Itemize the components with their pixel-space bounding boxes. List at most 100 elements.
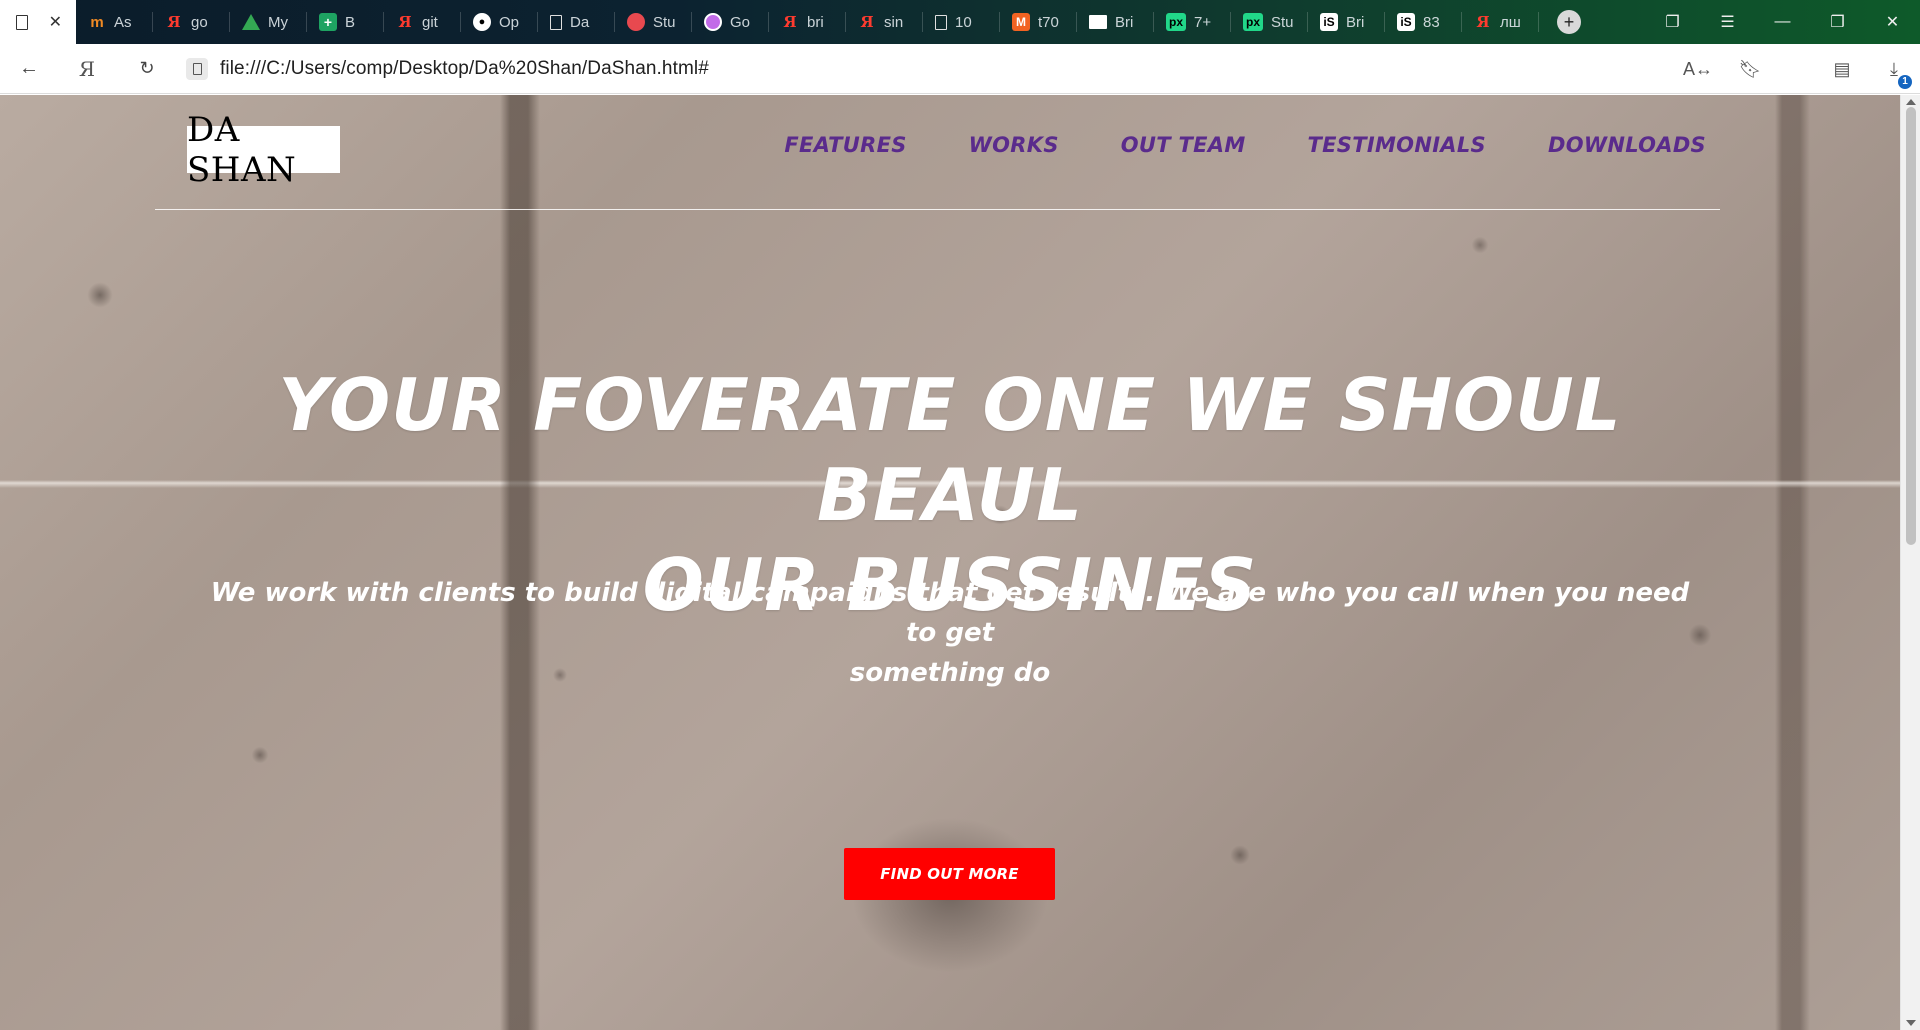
close-window-button[interactable]: ✕ bbox=[1865, 12, 1920, 32]
site-nav: FEATURES WORKS OUT TEAM TESTIMONIALS DOW… bbox=[722, 133, 1706, 157]
px-icon: px bbox=[1166, 13, 1186, 31]
menu-icon[interactable]: ☰ bbox=[1700, 12, 1755, 32]
browser-tab[interactable]: Stu bbox=[615, 0, 692, 44]
google-sheets-icon: + bbox=[319, 13, 337, 31]
is-icon: iS bbox=[1397, 13, 1415, 31]
yandex-logo-icon[interactable]: Я bbox=[70, 52, 104, 86]
hero-subtitle-line2: something do bbox=[849, 658, 1051, 688]
new-tab-button[interactable]: + bbox=[1557, 10, 1581, 34]
tab-label: Go bbox=[730, 13, 751, 31]
browser-tab[interactable]: Mt70 bbox=[1000, 0, 1077, 44]
hero-title-line1: YOUR FOVERATE ONE WE SHOUL BEAUL bbox=[278, 363, 1622, 537]
browser-tab[interactable]: 10 bbox=[923, 0, 1000, 44]
scroll-down-icon[interactable] bbox=[1906, 1020, 1916, 1026]
bookmark-icon[interactable]: 🔖︎ bbox=[1724, 59, 1776, 80]
tab-label: лш bbox=[1500, 13, 1521, 31]
browser-tab[interactable]: Bri bbox=[1077, 0, 1154, 44]
bri-icon bbox=[1089, 15, 1107, 29]
nav-works[interactable]: WORKS bbox=[969, 133, 1059, 157]
tab-label: t70 bbox=[1038, 13, 1059, 31]
browser-tab[interactable]: px Stu bbox=[1231, 0, 1308, 44]
tab-label: As bbox=[114, 13, 132, 31]
browser-tab[interactable]: Da bbox=[538, 0, 615, 44]
magento-m-icon: m bbox=[90, 13, 104, 31]
nav-downloads[interactable]: DOWNLOADS bbox=[1548, 133, 1706, 157]
browser-tab[interactable]: Яgit bbox=[384, 0, 461, 44]
browser-tab[interactable]: Яgo bbox=[153, 0, 230, 44]
yandex-icon: Я bbox=[860, 13, 874, 31]
tab-label: 10 bbox=[955, 13, 972, 31]
hero-subtitle: We work with clients to build digital ca… bbox=[200, 573, 1700, 693]
collections-icon[interactable]: ❐ bbox=[1645, 12, 1700, 32]
tab-active-dashan[interactable]: ✕ bbox=[0, 0, 76, 44]
scroll-up-icon[interactable] bbox=[1906, 99, 1916, 105]
is-icon: iS bbox=[1320, 13, 1338, 31]
browser-tab[interactable]: + B bbox=[307, 0, 384, 44]
tab-label: git bbox=[422, 13, 438, 31]
address-bar: ← Я ↻ file:///C:/Users/comp/Desktop/Da%2… bbox=[0, 44, 1920, 94]
tab-label: 7+ bbox=[1194, 13, 1212, 31]
yandex-icon: Я bbox=[783, 13, 797, 31]
browser-tab[interactable]: My bbox=[230, 0, 307, 44]
page-scrollbar[interactable] bbox=[1900, 95, 1920, 1030]
yandex-icon: Я bbox=[167, 13, 181, 31]
url-text[interactable]: file:///C:/Users/comp/Desktop/Da%20Shan/… bbox=[220, 58, 709, 80]
tab-label: Stu bbox=[1271, 13, 1294, 31]
yandex-icon: Я bbox=[1476, 13, 1490, 31]
minimize-button[interactable]: — bbox=[1755, 13, 1810, 31]
restore-button[interactable]: ❒ bbox=[1810, 12, 1865, 32]
document-icon bbox=[935, 14, 947, 30]
header-divider bbox=[155, 209, 1720, 210]
google-drive-icon bbox=[242, 14, 260, 30]
stu-icon bbox=[627, 13, 645, 31]
nav-out-team[interactable]: OUT TEAM bbox=[1121, 133, 1246, 157]
browser-tab[interactable]: iS Bri bbox=[1308, 0, 1385, 44]
browser-tab[interactable]: Яsin bbox=[846, 0, 923, 44]
translate-icon[interactable]: A↔ bbox=[1672, 59, 1724, 80]
tab-label: Op bbox=[499, 13, 520, 31]
reload-button[interactable]: ↻ bbox=[130, 52, 164, 86]
scrollbar-thumb[interactable] bbox=[1906, 107, 1916, 545]
find-out-more-button[interactable]: FIND OUT MORE bbox=[844, 848, 1055, 900]
browser-tab[interactable]: ● Op bbox=[461, 0, 538, 44]
px-icon: px bbox=[1243, 13, 1263, 31]
reader-icon[interactable]: ▤ bbox=[1816, 59, 1868, 80]
page-info-icon[interactable] bbox=[186, 57, 208, 80]
downloads-badge: 1 bbox=[1898, 74, 1912, 89]
browser-tab[interactable]: iS 83 bbox=[1385, 0, 1462, 44]
address-bar-actions: A↔ 🔖︎ ▤ ⤓ 1 bbox=[1672, 44, 1920, 94]
tab-label: go bbox=[191, 13, 208, 31]
magento-icon: M bbox=[1012, 13, 1030, 31]
browser-tab-strip: ✕ m As Яgo My + B Яgit ● Op Da Stu Go Яbri Яsin 10 Mt70… bbox=[0, 0, 1920, 44]
browser-tab[interactable]: Ялш bbox=[1462, 0, 1539, 44]
tab-label: 83 bbox=[1423, 13, 1440, 31]
circle-icon bbox=[704, 13, 722, 31]
browser-tab[interactable]: Go bbox=[692, 0, 769, 44]
close-tab-icon[interactable]: ✕ bbox=[49, 12, 62, 32]
site-logo[interactable]: DA SHAN bbox=[187, 110, 340, 190]
page-viewport: DA SHAN FEATURES WORKS OUT TEAM TESTIMON… bbox=[0, 95, 1900, 1030]
nav-testimonials[interactable]: TESTIMONIALS bbox=[1308, 133, 1486, 157]
github-icon: ● bbox=[473, 13, 491, 31]
tab-label: Bri bbox=[1115, 13, 1134, 31]
url-field[interactable]: file:///C:/Users/comp/Desktop/Da%20Shan/… bbox=[186, 52, 709, 86]
document-icon bbox=[550, 14, 562, 30]
yandex-icon: Я bbox=[398, 13, 412, 31]
back-button[interactable]: ← bbox=[12, 52, 46, 86]
document-icon bbox=[16, 14, 28, 30]
tab-list: m As Яgo My + B Яgit ● Op Da Stu Go Яbri Яsin 10 Mt70 Br… bbox=[76, 0, 1539, 44]
tab-label: bri bbox=[807, 13, 824, 31]
tab-label: Bri bbox=[1346, 13, 1365, 31]
browser-tab[interactable]: Яbri bbox=[769, 0, 846, 44]
browser-tab[interactable]: px 7+ bbox=[1154, 0, 1231, 44]
tab-label: sin bbox=[884, 13, 904, 31]
tab-label: Stu bbox=[653, 13, 676, 31]
browser-tab[interactable]: m As bbox=[76, 0, 153, 44]
tab-label: B bbox=[345, 13, 356, 31]
window-controls: ❐ ☰ — ❒ ✕ bbox=[1645, 0, 1920, 44]
hero-subtitle-line1: We work with clients to build digital ca… bbox=[210, 578, 1690, 648]
nav-features[interactable]: FEATURES bbox=[784, 133, 906, 157]
tab-label: My bbox=[268, 13, 288, 31]
downloads-icon[interactable]: ⤓ 1 bbox=[1868, 59, 1920, 89]
tab-label: Da bbox=[570, 13, 590, 31]
